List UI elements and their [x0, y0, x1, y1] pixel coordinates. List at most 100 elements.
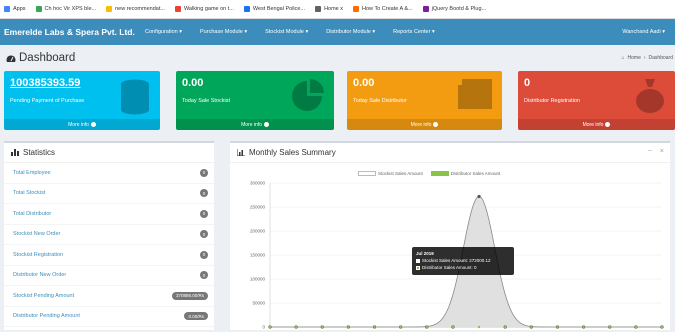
bookmark-item[interactable]: new recommendat... — [106, 6, 165, 12]
data-point-distributor — [268, 325, 272, 329]
stat-row[interactable]: Distributor New Order 0 — [4, 266, 214, 286]
user-menu[interactable]: Wanchand Aadi ▾ — [622, 19, 665, 45]
bookmark-item[interactable]: Apps — [4, 6, 26, 12]
stat-badge: 0 — [200, 209, 208, 218]
data-point-distributor — [451, 325, 455, 329]
data-point-distributor — [660, 325, 664, 329]
nav-distributor-module[interactable]: Distributor Module ▾ — [317, 29, 384, 35]
info-boxes: 100385393.59 Pending Payment of Purchase… — [4, 71, 675, 130]
bookmark-item[interactable]: Ch hoc Vir XPS ble... — [35, 6, 96, 12]
y-tick-label: 100000 — [250, 277, 266, 282]
stat-label: Distributor New Order — [13, 272, 67, 279]
y-tick-label: 300000 — [250, 181, 266, 186]
data-point-distributor — [477, 325, 481, 329]
box-more-info[interactable]: More info — [4, 119, 160, 130]
stat-row[interactable]: Total Distributor 0 — [4, 204, 214, 225]
arrow-circle-right-icon — [605, 122, 611, 127]
database-icon — [121, 79, 149, 115]
bookmarks-bar: Apps Ch hoc Vir XPS ble... new recommend… — [0, 0, 675, 19]
money-bag-icon — [636, 79, 664, 113]
y-tick-label: 150000 — [250, 253, 266, 258]
stat-badge: 0 — [200, 230, 208, 239]
stat-label: Stockist Pending Amount — [13, 292, 75, 299]
stat-row[interactable]: Stockist New Order 0 — [4, 225, 214, 245]
chart-title: Monthly Sales Summary — [249, 148, 336, 157]
stat-row[interactable]: Total Employee 0 — [4, 163, 214, 184]
box-more-info[interactable]: More info — [518, 119, 675, 130]
stat-badge: 0 — [200, 168, 208, 177]
data-point-stockist — [477, 194, 481, 199]
arrow-circle-right-icon — [433, 122, 439, 127]
data-point-distributor — [321, 325, 324, 329]
legend-swatch — [358, 171, 376, 177]
stat-label: Stockist New Order — [13, 231, 61, 238]
minimize-icon[interactable]: − — [648, 148, 652, 155]
arrow-circle-right-icon — [90, 122, 96, 127]
brand-name[interactable]: Emerelde Labs & Spera Pvt. Ltd. — [0, 27, 136, 37]
legend-item[interactable]: Stockist Sales Amount — [358, 171, 423, 177]
box-more-info[interactable]: More info — [347, 119, 502, 130]
dashboard-icon — [6, 55, 16, 62]
chart-tooltip: Jul 2019 Stockist Sales Amount: 272000.1… — [412, 247, 514, 275]
y-tick-label: 0 — [262, 325, 265, 330]
bookmark-favicon-icon — [315, 6, 322, 12]
statistics-title: Statistics — [23, 148, 56, 157]
stat-row[interactable]: Stockist Pending Amount 370886.00/Rs — [4, 286, 214, 307]
top-navbar: Emerelde Labs & Spera Pvt. Ltd. Configur… — [0, 19, 675, 45]
box-value: 0 — [524, 77, 531, 89]
stat-badge: 0 — [200, 271, 208, 280]
y-tick-label: 200000 — [250, 229, 266, 234]
box-value: 0.00 — [182, 77, 204, 89]
breadcrumb-current: Dashboard — [648, 55, 673, 61]
box-label: Today Sale Stockist — [182, 98, 230, 104]
legend-item[interactable]: Distributor Sales Amount — [430, 171, 500, 177]
box-today-sale-stockist: 0.00 Today Sale Stockist More info — [176, 71, 334, 130]
nav-reports-center[interactable]: Reports Center ▾ — [384, 29, 444, 35]
home-icon: ⌂ — [621, 55, 625, 61]
nav-configuration[interactable]: Configuration ▾ — [136, 29, 191, 35]
breadcrumb: ⌂ Home › Dashboard — [621, 55, 673, 61]
bookmark-favicon-icon — [422, 6, 429, 12]
data-point-distributor — [556, 325, 559, 329]
stat-label: Distributor Pending Amount — [13, 313, 80, 320]
breadcrumb-home[interactable]: Home — [628, 55, 641, 61]
box-today-sale-distributor: 0.00 Today Sale Distributor More info — [347, 71, 502, 130]
chart-header: Monthly Sales Summary — [230, 143, 670, 163]
bookmark-item[interactable]: West Bengal Police... — [243, 6, 305, 12]
bookmark-item[interactable]: How To Create A &... — [353, 6, 413, 12]
bookmark-item[interactable]: Home x — [315, 6, 343, 12]
tooltip-swatch — [416, 258, 420, 263]
area-chart-icon — [237, 149, 245, 156]
box-label: Pending Payment of Purchase — [10, 98, 85, 104]
bookmark-favicon-icon — [174, 6, 181, 12]
legend-swatch — [430, 171, 449, 177]
tooltip-line: Stockist Sales Amount: 272000.12 — [416, 257, 510, 264]
nav-stockist-module[interactable]: Stockist Module ▾ — [256, 29, 317, 35]
chart-legend: Stockist Sales Amount Distributor Sales … — [358, 171, 500, 177]
breadcrumb-separator: › — [643, 55, 646, 61]
stat-badge: 0 — [200, 189, 208, 198]
data-point-distributor — [425, 325, 428, 329]
bookmark-item[interactable]: jQuery Bootd & Plug... — [422, 6, 486, 12]
stat-label: Total Employee — [13, 169, 51, 176]
nav-purchase-module[interactable]: Purchase Module ▾ — [191, 29, 256, 35]
stat-row[interactable]: Stockist Registration 0 — [4, 245, 214, 266]
stat-row[interactable]: Total Stockist 0 — [4, 184, 214, 204]
box-more-info[interactable]: More info — [176, 119, 334, 130]
box-value: 0.00 — [353, 77, 375, 89]
bookmark-item[interactable]: Walking game on t... — [174, 6, 234, 12]
tooltip-title: Jul 2019 — [416, 251, 434, 256]
stat-badge: 0 — [200, 250, 208, 259]
tooltip-line: Distributor Sales Amount: 0 — [416, 264, 510, 271]
stat-row[interactable]: Distributor Pending Amount 0.00/Rs — [4, 307, 214, 327]
data-point-distributor — [373, 325, 376, 329]
monthly-sales-panel: Monthly Sales Summary − × Stockist Sales… — [230, 141, 670, 330]
data-point-distributor — [399, 325, 402, 329]
bookmark-favicon-icon — [106, 6, 113, 12]
box-pending-payment: 100385393.59 Pending Payment of Purchase… — [4, 71, 160, 130]
content-header: Dashboard ⌂ Home › Dashboard — [0, 45, 675, 71]
data-point-distributor — [634, 325, 638, 329]
statistics-header: Statistics — [4, 143, 214, 163]
close-icon[interactable]: × — [660, 148, 664, 155]
data-point-distributor — [582, 325, 585, 329]
